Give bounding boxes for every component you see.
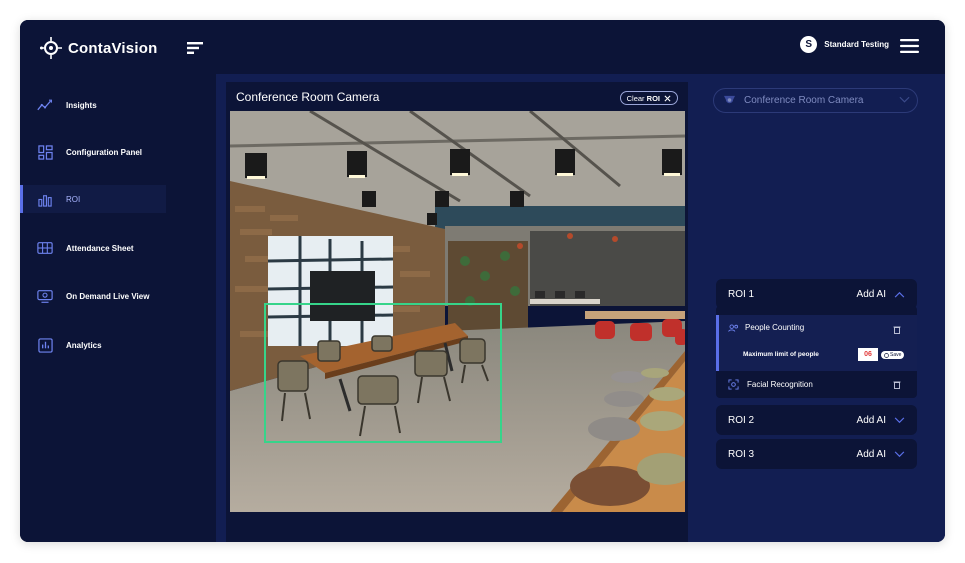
attendance-grid-icon — [37, 240, 53, 256]
analytics-icon — [37, 337, 53, 353]
people-counting-header: People Counting — [728, 323, 804, 332]
clear-roi-label: Clear ROI — [626, 93, 660, 103]
sidebar-toggle-icon[interactable] — [187, 42, 203, 54]
max-limit-input[interactable]: 06 — [858, 348, 878, 361]
save-button[interactable]: Save — [881, 351, 905, 359]
sidebar-item-label: Attendance Sheet — [66, 243, 134, 253]
people-icon — [728, 323, 739, 332]
save-icon — [884, 352, 889, 358]
configuration-icon — [37, 144, 53, 160]
camera-thumbnail-strip — [226, 512, 688, 542]
user-profile[interactable]: S Standard Testing — [800, 36, 889, 53]
facial-recognition-label: Facial Recognition — [747, 380, 813, 389]
app-window: ContaVision S Standard Testing Insights — [20, 20, 945, 542]
roi-row-3[interactable]: ROI 3 Add AI — [716, 439, 917, 469]
camera-title: Conference Room Camera — [236, 90, 380, 104]
sidebar-item-label: Analytics — [66, 340, 102, 350]
sidebar-item-on-demand-live-view[interactable]: On Demand Live View — [20, 282, 166, 310]
brand-name: ContaVision — [68, 39, 158, 57]
roi-row-2[interactable]: ROI 2 Add AI — [716, 405, 917, 435]
delete-icon[interactable] — [893, 325, 901, 334]
sidebar-item-attendance-sheet[interactable]: Attendance Sheet — [20, 234, 166, 262]
camera-select-value: Conference Room Camera — [744, 95, 864, 106]
sidebar-item-label: ROI — [66, 194, 81, 204]
add-ai-button[interactable]: Add AI — [857, 449, 905, 460]
roi-row-1[interactable]: ROI 1 Add AI — [716, 279, 917, 309]
close-icon — [664, 95, 671, 101]
facial-recognition-row[interactable]: Facial Recognition — [728, 379, 813, 390]
menu-icon[interactable] — [900, 39, 919, 53]
avatar: S — [800, 36, 818, 53]
sidebar-item-analytics[interactable]: Analytics — [20, 331, 166, 359]
chevron-down-icon — [894, 450, 905, 457]
face-scan-icon — [728, 379, 739, 390]
top-bar: ContaVision S Standard Testing — [20, 20, 945, 74]
sidebar-item-label: On Demand Live View — [66, 291, 150, 301]
delete-icon[interactable] — [893, 380, 901, 389]
roi-1-ai-list: People Counting Maximum limit of people … — [716, 306, 917, 398]
chevron-down-icon — [894, 416, 905, 423]
chevron-down-icon — [899, 96, 910, 103]
chevron-up-icon — [894, 291, 905, 298]
camera-icon — [724, 95, 735, 104]
roi-name: ROI 2 — [728, 414, 755, 426]
live-view-icon — [37, 288, 53, 304]
sidebar: Insights Configuration Panel ROI Attenda… — [20, 74, 216, 542]
clear-roi-button[interactable]: Clear ROI — [619, 91, 678, 105]
insights-icon — [37, 97, 53, 113]
camera-select-dropdown[interactable]: Conference Room Camera — [713, 88, 918, 113]
max-limit-label: Maximum limit of people — [743, 351, 819, 358]
sidebar-item-label: Configuration Panel — [66, 147, 142, 157]
sidebar-item-roi[interactable]: ROI — [20, 185, 166, 213]
user-name: Standard Testing — [824, 40, 889, 49]
roi-region-outline[interactable] — [264, 303, 502, 443]
people-counting-card: People Counting Maximum limit of people … — [716, 315, 917, 371]
people-counting-label: People Counting — [745, 323, 805, 332]
contavision-logo-icon — [40, 37, 62, 59]
roi-chart-icon — [37, 191, 53, 207]
roi-name: ROI 1 — [728, 288, 755, 300]
add-ai-button[interactable]: Add AI — [857, 415, 905, 426]
camera-feed-image[interactable] — [230, 111, 685, 515]
main-content: Conference Room Camera Clear ROI Confere… — [216, 74, 945, 542]
roi-name: ROI 3 — [728, 448, 755, 460]
sidebar-item-insights[interactable]: Insights — [20, 91, 166, 119]
sidebar-item-configuration-panel[interactable]: Configuration Panel — [20, 138, 166, 166]
logo[interactable]: ContaVision — [40, 37, 157, 59]
camera-card: Conference Room Camera Clear ROI — [226, 82, 688, 542]
add-ai-button[interactable]: Add AI — [857, 289, 905, 300]
sidebar-item-label: Insights — [66, 100, 97, 110]
